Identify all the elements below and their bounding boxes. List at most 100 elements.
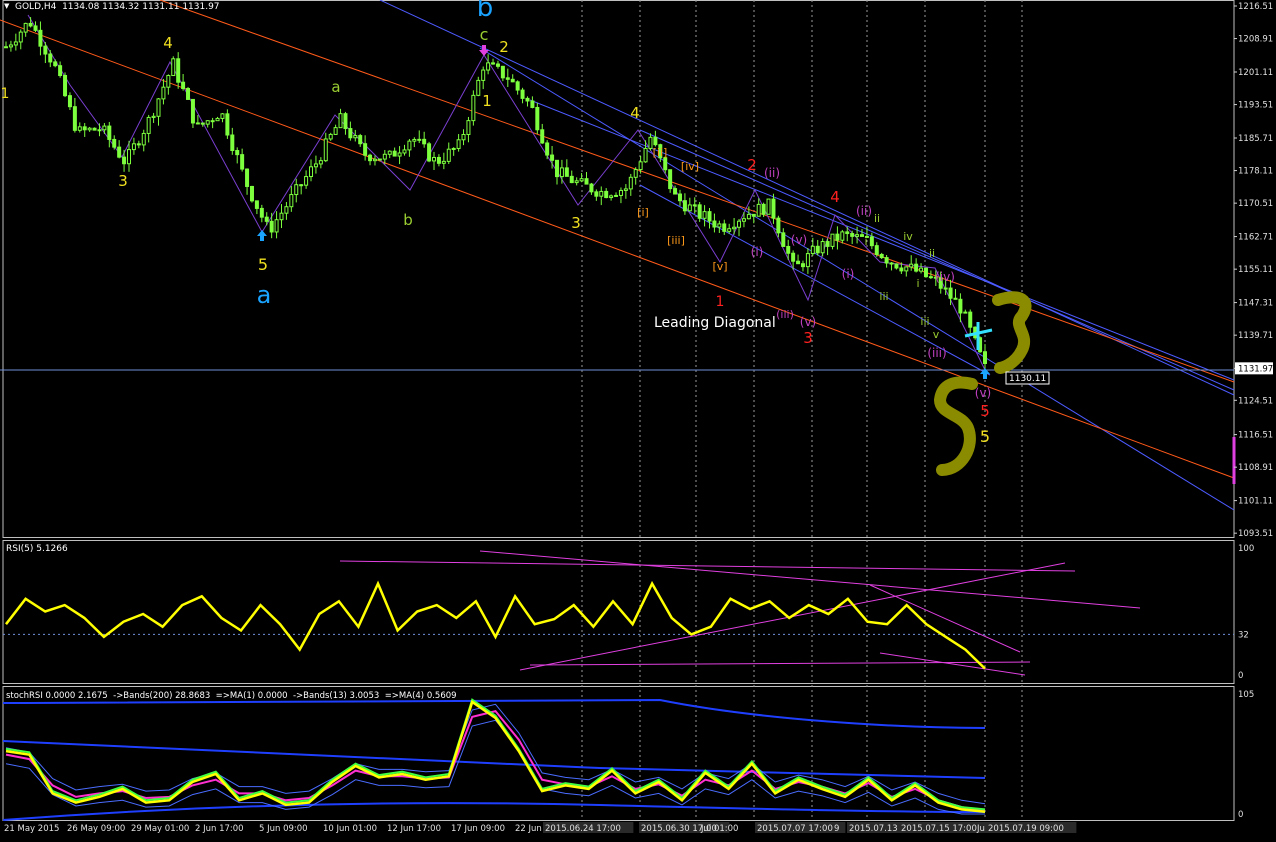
candle-body xyxy=(190,98,195,124)
candle-body xyxy=(707,211,712,222)
wave-label-10: 1 xyxy=(482,92,492,110)
candle-body xyxy=(633,169,638,178)
candle-body xyxy=(963,311,968,314)
candle-body xyxy=(722,223,727,232)
time-label: 2015.07.15 17:00 xyxy=(901,824,977,834)
time-label: 26 May 09:00 xyxy=(67,824,125,834)
candle-body xyxy=(914,263,919,272)
candle-body xyxy=(28,22,33,27)
candle-body xyxy=(289,194,294,208)
candle-body xyxy=(397,152,402,157)
candle-body xyxy=(230,134,235,152)
rsi-tick-label: 32 xyxy=(1238,630,1249,640)
wave-label-9: 2 xyxy=(499,38,509,56)
candle-body xyxy=(264,216,269,222)
candle-body xyxy=(112,138,117,148)
stochrsi-title: stochRSI 0.0000 2.1675 ->Bands(200) 28.8… xyxy=(6,691,457,701)
candle-body xyxy=(618,189,623,196)
price-tick-label: 1216.51 xyxy=(1238,2,1273,12)
candle-body xyxy=(432,156,437,162)
candle-body xyxy=(510,78,515,83)
wave-label-26: 4 xyxy=(830,188,840,206)
candle-body xyxy=(225,113,230,136)
candle-body xyxy=(771,198,776,219)
candle-body xyxy=(540,129,545,144)
candle-body xyxy=(466,120,471,135)
candle-body xyxy=(126,149,131,165)
candle-body xyxy=(579,178,584,182)
candle-body xyxy=(304,176,309,186)
chart-canvas[interactable]: 1130.11 1435aabbc2134[ii][iv][i][iii][v]… xyxy=(0,0,1276,838)
candle-body xyxy=(638,161,643,171)
candle-body xyxy=(943,287,948,290)
candle-body xyxy=(520,89,525,99)
blue-channel-bottom[interactable] xyxy=(479,47,1235,511)
collapse-arrow-icon[interactable]: ▼ xyxy=(4,2,10,10)
wave-label-8: c xyxy=(480,25,489,44)
time-label: 10 Jun 01:00 xyxy=(323,824,377,834)
trend-channels[interactable] xyxy=(0,0,1235,511)
candle-body xyxy=(835,233,840,241)
candle-body xyxy=(471,94,476,122)
candle-body xyxy=(869,236,874,247)
wave-label-25: 3 xyxy=(803,329,813,347)
candle-body xyxy=(186,88,191,100)
blue-channel-mid[interactable] xyxy=(529,99,1235,381)
candle-body xyxy=(200,122,205,125)
candle-body xyxy=(156,98,161,117)
time-label: 2015.07.07 17:00 xyxy=(757,824,833,834)
candle-body xyxy=(894,263,899,269)
candle-body xyxy=(254,200,259,209)
candle-body xyxy=(195,122,200,125)
candle-body xyxy=(751,213,756,217)
candle-body xyxy=(628,176,633,190)
candle-body xyxy=(259,207,264,218)
candle-body xyxy=(412,138,417,142)
candle-body xyxy=(594,191,599,197)
candle-body xyxy=(687,204,692,212)
rsi-tick-label: 100 xyxy=(1238,544,1254,554)
wave-label-27: (ii) xyxy=(856,204,872,218)
candle-body xyxy=(545,142,550,156)
candle-body xyxy=(343,113,348,130)
rsi-trendline-0 xyxy=(339,560,1076,572)
candle-body xyxy=(515,81,520,91)
candle-body xyxy=(43,45,48,55)
candle-body xyxy=(422,138,427,145)
candle-body xyxy=(451,147,456,150)
candle-body xyxy=(338,113,343,129)
price-tick-label: 1116.51 xyxy=(1238,431,1273,441)
price-tick-label: 1162.71 xyxy=(1238,233,1273,243)
candle-body xyxy=(830,233,835,247)
price-axes: 1216.51 1208.91 1201.11 1193.51 1185.71 1178.… xyxy=(1234,2,1273,539)
candle-body xyxy=(279,212,284,221)
candle-body xyxy=(791,252,796,262)
candle-body xyxy=(309,166,314,178)
wave-label-36: iii xyxy=(920,315,929,328)
candle-body xyxy=(653,136,658,146)
stoch-tick-label: 105 xyxy=(1238,690,1254,700)
price-tick-label: 1147.31 xyxy=(1238,299,1273,309)
stoch-tick-label: 0 xyxy=(1238,810,1243,820)
wave-label-17: [v] xyxy=(712,260,727,273)
candle-body xyxy=(825,241,830,247)
candle-body xyxy=(879,253,884,259)
candle-body xyxy=(146,116,151,134)
candle-body xyxy=(392,150,397,157)
candle-body xyxy=(614,194,619,197)
candle-body xyxy=(102,125,107,131)
candle-body xyxy=(13,41,18,46)
candle-body xyxy=(166,75,171,88)
candle-body xyxy=(299,184,304,187)
candle-body xyxy=(741,218,746,222)
handdrawn-three-icon xyxy=(992,291,1032,374)
candle-body xyxy=(574,180,579,184)
candle-body xyxy=(417,138,422,141)
candle-body xyxy=(815,245,820,254)
candle-body xyxy=(874,245,879,255)
candle-body xyxy=(663,157,668,171)
candle-body xyxy=(215,117,220,122)
candle-body xyxy=(909,263,914,268)
candle-body xyxy=(500,65,505,79)
candle-body xyxy=(48,53,53,63)
